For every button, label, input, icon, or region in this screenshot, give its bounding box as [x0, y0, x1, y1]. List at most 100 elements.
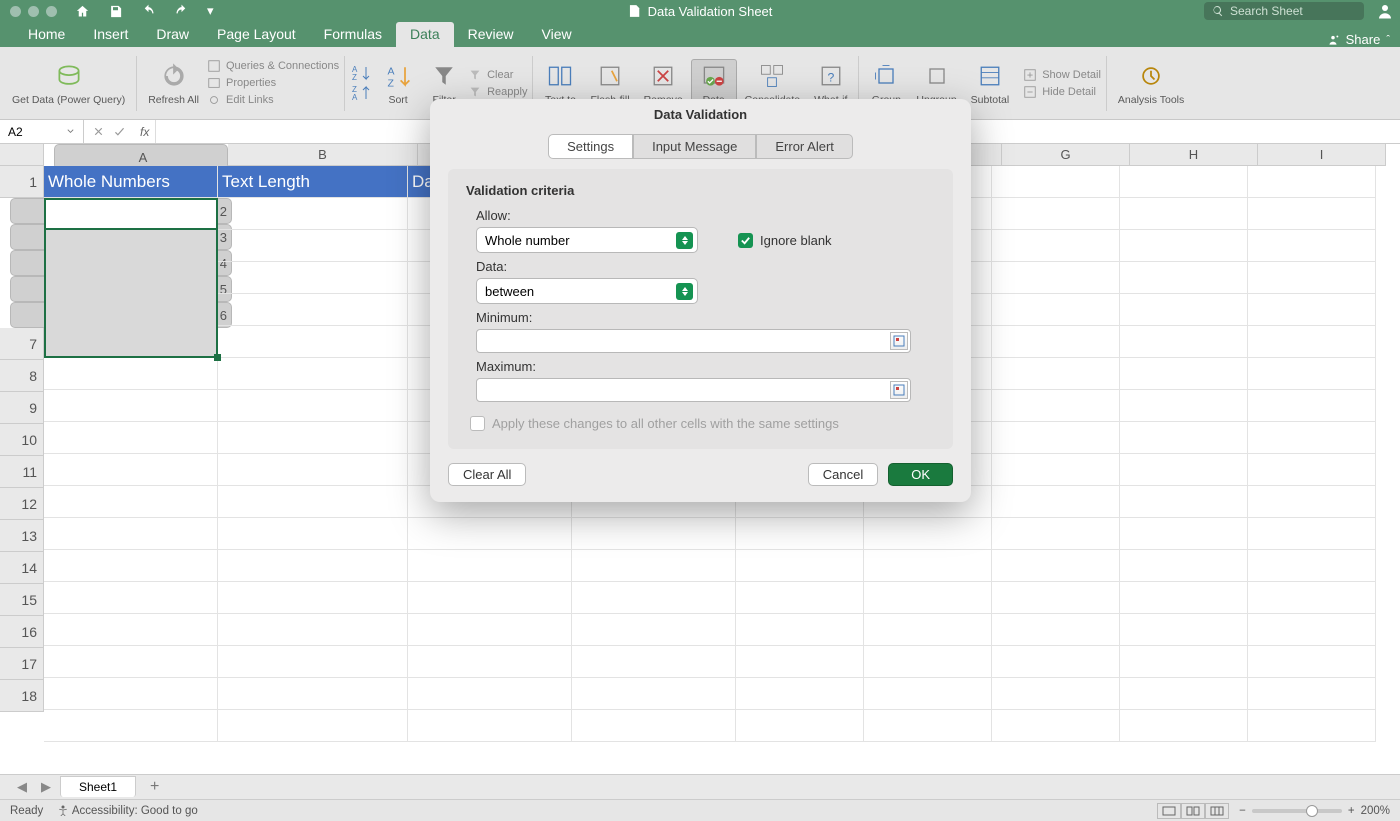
cell[interactable]	[1120, 710, 1248, 742]
cell[interactable]	[864, 550, 992, 582]
tab-data[interactable]: Data	[396, 22, 454, 47]
cell[interactable]	[992, 198, 1120, 230]
row-header-9[interactable]: 9	[0, 392, 44, 424]
row-header-13[interactable]: 13	[0, 520, 44, 552]
data-select[interactable]: between	[476, 278, 698, 304]
dialog-tab-input-message[interactable]: Input Message	[633, 134, 756, 159]
cell[interactable]: Whole Numbers	[44, 166, 218, 198]
sort-button[interactable]: AZ Sort	[376, 60, 420, 106]
cell[interactable]	[44, 582, 218, 614]
cell[interactable]	[992, 710, 1120, 742]
cell[interactable]	[218, 262, 408, 294]
zoom-level[interactable]: 200%	[1361, 805, 1390, 817]
row-header-12[interactable]: 12	[0, 488, 44, 520]
cell[interactable]	[864, 678, 992, 710]
row-header-15[interactable]: 15	[0, 584, 44, 616]
cell[interactable]	[1120, 358, 1248, 390]
cell[interactable]	[218, 646, 408, 678]
user-icon[interactable]	[1376, 2, 1394, 20]
cell[interactable]	[992, 518, 1120, 550]
cell[interactable]	[44, 422, 218, 454]
sort-az-button[interactable]: AZ ZA	[350, 64, 374, 102]
cell[interactable]	[218, 454, 408, 486]
tab-home[interactable]: Home	[14, 22, 79, 47]
cell[interactable]	[218, 358, 408, 390]
cell[interactable]	[736, 678, 864, 710]
show-detail-button[interactable]: Show Detail	[1023, 68, 1101, 82]
cell[interactable]	[1120, 550, 1248, 582]
tab-draw[interactable]: Draw	[142, 22, 203, 47]
cell[interactable]	[1248, 326, 1376, 358]
cell[interactable]	[572, 710, 736, 742]
cell[interactable]	[1120, 486, 1248, 518]
column-header-H[interactable]: H	[1130, 144, 1258, 166]
queries-connections-button[interactable]: Queries & Connections	[207, 59, 339, 73]
cell[interactable]	[1248, 486, 1376, 518]
cell[interactable]	[736, 710, 864, 742]
cell[interactable]	[1248, 262, 1376, 294]
cell[interactable]	[408, 646, 572, 678]
cell[interactable]	[864, 518, 992, 550]
cell[interactable]	[572, 582, 736, 614]
cell[interactable]	[992, 454, 1120, 486]
cell[interactable]	[1248, 614, 1376, 646]
range-picker-button[interactable]	[890, 381, 908, 399]
cell[interactable]	[864, 646, 992, 678]
maximum-input[interactable]	[476, 378, 911, 402]
zoom-in-button[interactable]: +	[1348, 805, 1355, 817]
subtotal-button[interactable]: Subtotal	[965, 60, 1016, 106]
next-sheet-button[interactable]: ▶	[36, 779, 56, 795]
tab-review[interactable]: Review	[454, 22, 528, 47]
cell[interactable]	[572, 678, 736, 710]
tab-view[interactable]: View	[528, 22, 586, 47]
cell[interactable]	[992, 326, 1120, 358]
cell[interactable]	[44, 454, 218, 486]
cell[interactable]	[992, 422, 1120, 454]
cell[interactable]	[1120, 230, 1248, 262]
row-header-18[interactable]: 18	[0, 680, 44, 712]
accessibility-status[interactable]: Accessibility: Good to go	[57, 804, 197, 817]
enter-entry-icon[interactable]	[113, 125, 126, 138]
cell[interactable]	[992, 486, 1120, 518]
cell[interactable]	[1120, 294, 1248, 326]
clear-filter-button[interactable]: Clear	[468, 68, 527, 82]
cell[interactable]	[44, 358, 218, 390]
cancel-button[interactable]: Cancel	[808, 463, 878, 486]
search-sheet-input[interactable]: Search Sheet	[1204, 2, 1364, 20]
cell[interactable]	[1120, 198, 1248, 230]
cell[interactable]	[736, 550, 864, 582]
cell[interactable]	[218, 326, 408, 358]
cell[interactable]	[1120, 518, 1248, 550]
cell[interactable]	[1120, 454, 1248, 486]
row-header-1[interactable]: 1	[0, 166, 44, 198]
share-button[interactable]: Share ˆ	[1326, 32, 1390, 47]
row-header-10[interactable]: 10	[0, 424, 44, 456]
cell[interactable]	[218, 614, 408, 646]
edit-links-button[interactable]: Edit Links	[207, 93, 339, 107]
fx-label[interactable]: fx	[134, 125, 155, 139]
cell[interactable]	[44, 550, 218, 582]
cell[interactable]	[1248, 710, 1376, 742]
cell[interactable]	[218, 294, 408, 326]
cell[interactable]	[218, 678, 408, 710]
cell[interactable]	[218, 710, 408, 742]
cell[interactable]	[736, 646, 864, 678]
cell[interactable]	[1248, 582, 1376, 614]
cell[interactable]	[1120, 390, 1248, 422]
cell[interactable]	[218, 486, 408, 518]
cell[interactable]: Text Length	[218, 166, 408, 198]
cell[interactable]	[44, 614, 218, 646]
cell[interactable]	[44, 710, 218, 742]
close-dot[interactable]	[10, 6, 21, 17]
cell[interactable]	[992, 358, 1120, 390]
cell[interactable]	[1120, 422, 1248, 454]
page-layout-view-button[interactable]	[1181, 803, 1205, 819]
cell[interactable]	[864, 582, 992, 614]
cell[interactable]	[1248, 230, 1376, 262]
row-header-11[interactable]: 11	[0, 456, 44, 488]
cell[interactable]	[44, 678, 218, 710]
hide-detail-button[interactable]: Hide Detail	[1023, 85, 1101, 99]
cell[interactable]	[1248, 198, 1376, 230]
zoom-slider[interactable]	[1252, 809, 1342, 813]
cell[interactable]	[1248, 358, 1376, 390]
